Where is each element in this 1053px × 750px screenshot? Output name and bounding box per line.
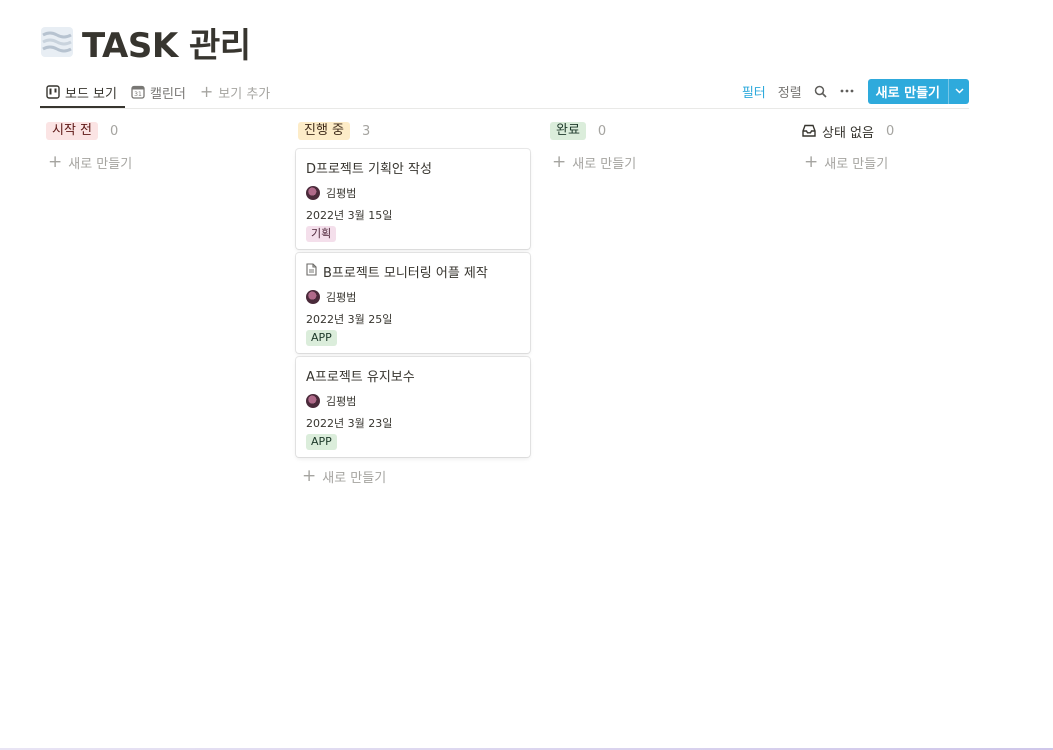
column-count: 3: [362, 123, 371, 139]
person-name: 김평범: [326, 187, 357, 200]
add-card-label: 새로 만들기: [572, 156, 637, 172]
card-title-text: A프로젝트 유지보수: [306, 370, 415, 385]
card-date: 2022년 3월 23일: [306, 417, 393, 430]
card-title-text: D프로젝트 기획안 작성: [306, 162, 432, 177]
new-button-group: 새로 만들기: [867, 78, 969, 104]
card-tag: 기획: [306, 226, 337, 242]
board-column-no-status: 상태 없음 0 + 새로 만들기: [796, 120, 1032, 175]
person-name: 김평범: [326, 291, 357, 304]
new-button[interactable]: 새로 만들기: [868, 79, 948, 104]
filter-button[interactable]: 필터: [736, 82, 772, 101]
add-card-button[interactable]: + 새로 만들기: [544, 149, 780, 175]
column-header[interactable]: 시작 전 0: [40, 120, 276, 142]
tab-board-view[interactable]: 보드 보기: [40, 78, 125, 108]
column-header[interactable]: 상태 없음 0: [796, 120, 1032, 142]
plus-icon: +: [552, 151, 567, 172]
column-label: 상태 없음: [822, 125, 874, 141]
add-card-label: 새로 만들기: [824, 156, 889, 172]
add-card-label: 새로 만들기: [322, 470, 387, 486]
board-icon: [46, 85, 60, 99]
card-title: D프로젝트 기획안 작성: [306, 158, 432, 177]
calendar-icon: 31: [131, 85, 145, 99]
card-title: B프로젝트 모니터링 어플 제작: [306, 262, 488, 281]
person-name: 김평범: [326, 395, 357, 408]
avatar: [306, 290, 320, 304]
add-view-button[interactable]: + 보기 추가: [194, 78, 278, 106]
page-header: TASK 관리: [40, 18, 251, 66]
board-card[interactable]: B프로젝트 모니터링 어플 제작 김평범 2022년 3월 25일 APP: [296, 253, 530, 353]
plus-icon: +: [804, 151, 819, 172]
plus-icon: +: [48, 151, 63, 172]
column-count: 0: [597, 123, 607, 139]
avatar: [306, 186, 320, 200]
document-icon: [306, 263, 317, 280]
sort-button[interactable]: 정렬: [772, 82, 808, 101]
card-date: 2022년 3월 25일: [306, 313, 393, 326]
add-card-button[interactable]: + 새로 만들기: [40, 149, 276, 175]
board-card[interactable]: D프로젝트 기획안 작성 김평범 2022년 3월 15일 기획: [296, 149, 530, 249]
add-card-button[interactable]: + 새로 만들기: [796, 149, 1032, 175]
status-pill: 완료: [550, 122, 586, 140]
view-tabs: 보드 보기 31 캘린더 + 보기 추가: [40, 78, 278, 108]
board-column-in-progress: 진행 중 3 D프로젝트 기획안 작성 김평범 2022년 3월 15일 기획 …: [292, 120, 530, 486]
search-icon[interactable]: [808, 78, 834, 104]
add-card-button[interactable]: + 새로 만들기: [294, 463, 532, 489]
tab-label: 보드 보기: [65, 86, 117, 102]
add-card-label: 새로 만들기: [68, 156, 133, 172]
status-pill: 진행 중: [298, 122, 351, 140]
add-view-label: 보기 추가: [218, 86, 271, 102]
column-header[interactable]: 진행 중 3: [292, 120, 528, 142]
inbox-icon: [802, 122, 816, 141]
card-person: 김평범: [306, 185, 356, 201]
status-pill: 시작 전: [46, 122, 99, 140]
plus-icon: +: [302, 465, 317, 486]
card-tag: APP: [306, 330, 337, 346]
chevron-down-icon[interactable]: [948, 78, 969, 104]
column-count: 0: [885, 123, 895, 139]
card-title-text: B프로젝트 모니터링 어플 제작: [323, 266, 488, 281]
tab-label: 캘린더: [149, 86, 186, 102]
view-bar: 보드 보기 31 캘린더 + 보기 추가 필터 정렬 새로 만들기: [40, 78, 969, 109]
avatar: [306, 394, 320, 408]
card-person: 김평범: [306, 393, 356, 409]
card-tag: APP: [306, 434, 337, 450]
tab-calendar-view[interactable]: 31 캘린더: [125, 78, 194, 106]
column-count: 0: [110, 123, 119, 139]
column-header[interactable]: 완료 0: [544, 120, 780, 142]
toolbar: 필터 정렬 새로 만들기: [736, 78, 969, 104]
fog-icon[interactable]: [40, 25, 74, 59]
board-column-not-started: 시작 전 0 + 새로 만들기: [40, 120, 276, 175]
board-card[interactable]: A프로젝트 유지보수 김평범 2022년 3월 23일 APP: [296, 357, 530, 457]
page-title[interactable]: TASK 관리: [82, 18, 251, 67]
board-column-done: 완료 0 + 새로 만들기: [544, 120, 780, 175]
plus-icon: +: [199, 82, 214, 101]
card-date: 2022년 3월 15일: [306, 209, 393, 222]
card-title: A프로젝트 유지보수: [306, 366, 415, 385]
card-person: 김평범: [306, 289, 356, 305]
more-icon[interactable]: [834, 78, 860, 104]
svg-text:31: 31: [134, 91, 142, 98]
